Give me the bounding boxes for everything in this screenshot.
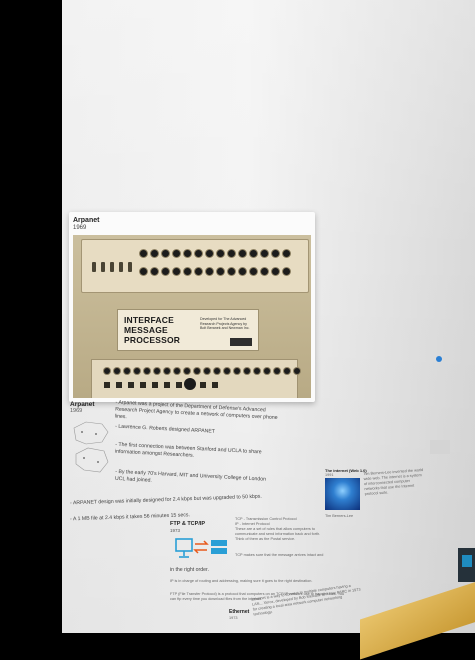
machine-bottom-panel	[91, 359, 300, 398]
knob-row-lower	[140, 268, 290, 275]
panel-switches	[92, 262, 132, 272]
square-buttons	[104, 382, 218, 388]
ip-note: IP is in charge of routing and addressin…	[170, 579, 313, 583]
network-map-sketch-icon	[73, 421, 109, 473]
arpanet-year: 1969	[70, 408, 83, 414]
internet-image	[325, 478, 360, 510]
plate-heading: INTERFACE MESSAGE PROCESSOR	[124, 315, 181, 345]
tcp-note: TCP makes sure that the message arrives …	[235, 553, 324, 557]
bbn-logo	[230, 338, 252, 346]
tcp-right-order: in the right order.	[170, 567, 209, 573]
imp-machine-photo: INTERFACE MESSAGE PROCESSOR Developed fo…	[73, 235, 311, 398]
internet-text: Tim Berners-Lee invented the world wide …	[363, 468, 424, 497]
plate-small-text: Developed for The Advanced Research Proj…	[200, 317, 250, 330]
button-row	[104, 368, 300, 374]
rotary-dial-icon	[184, 378, 196, 390]
ethernet-year: 1973	[229, 616, 238, 620]
globe-icon	[436, 356, 442, 362]
slide-thumbnail	[430, 440, 450, 454]
knob-row-upper	[140, 250, 290, 257]
ftp-heading: FTP & TCP/IP	[170, 521, 206, 527]
arpanet-photo-card: Arpanet 1969 INTERFACE MESSAGE PROCESSOR…	[69, 212, 315, 402]
internet-caption: Tim Berners-Lee	[325, 514, 354, 518]
ethernet-heading: Ethernet	[229, 609, 250, 615]
photo-card-title: Arpanet	[73, 217, 100, 224]
file-transfer-icon	[175, 538, 227, 558]
arpanet-heading: Arpanet	[70, 401, 95, 408]
device-screen	[462, 555, 472, 567]
machine-top-panel	[81, 239, 309, 293]
imp-label-plate: INTERFACE MESSAGE PROCESSOR Developed fo…	[117, 309, 259, 351]
ftp-year: 1973	[170, 528, 181, 533]
photo-card-year: 1969	[73, 225, 87, 231]
tcp-ip-definition: TCP - Transmission Control Protocol IP -…	[235, 517, 321, 541]
